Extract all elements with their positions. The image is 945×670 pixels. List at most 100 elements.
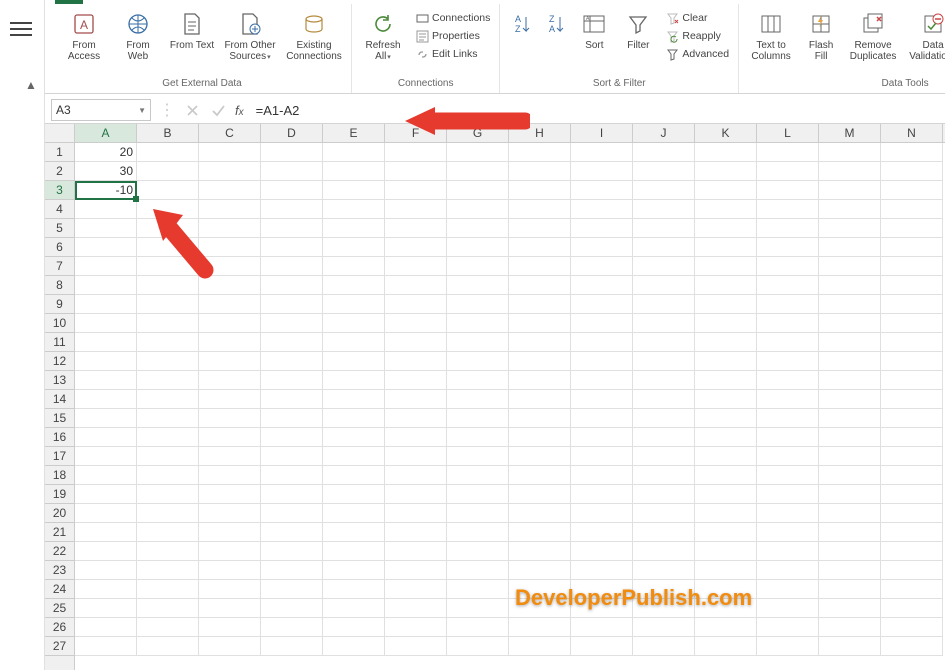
cell[interactable] bbox=[385, 295, 447, 314]
cell[interactable] bbox=[137, 504, 199, 523]
cell[interactable] bbox=[633, 542, 695, 561]
cell[interactable] bbox=[385, 447, 447, 466]
cell[interactable] bbox=[757, 295, 819, 314]
cell[interactable] bbox=[447, 333, 509, 352]
cell[interactable] bbox=[447, 219, 509, 238]
cell[interactable] bbox=[137, 181, 199, 200]
cell[interactable] bbox=[881, 428, 943, 447]
cell[interactable] bbox=[75, 523, 137, 542]
cell[interactable] bbox=[323, 352, 385, 371]
row-header[interactable]: 22 bbox=[45, 542, 74, 561]
cell[interactable] bbox=[509, 428, 571, 447]
cell[interactable] bbox=[757, 257, 819, 276]
cell[interactable] bbox=[447, 257, 509, 276]
enter-formula-button[interactable] bbox=[209, 101, 227, 119]
cell[interactable] bbox=[323, 181, 385, 200]
cell[interactable] bbox=[757, 333, 819, 352]
cell[interactable] bbox=[695, 333, 757, 352]
chevron-up-icon[interactable]: ▲ bbox=[25, 78, 37, 92]
cell[interactable] bbox=[323, 238, 385, 257]
cell[interactable] bbox=[881, 143, 943, 162]
cell[interactable] bbox=[137, 295, 199, 314]
cell[interactable] bbox=[571, 390, 633, 409]
cell[interactable] bbox=[447, 580, 509, 599]
cell[interactable] bbox=[385, 409, 447, 428]
cell[interactable] bbox=[137, 162, 199, 181]
cell[interactable] bbox=[447, 428, 509, 447]
row-header[interactable]: 21 bbox=[45, 523, 74, 542]
cell[interactable] bbox=[447, 352, 509, 371]
cell[interactable] bbox=[447, 143, 509, 162]
cell[interactable] bbox=[757, 238, 819, 257]
cell[interactable] bbox=[757, 200, 819, 219]
column-header[interactable]: E bbox=[323, 124, 385, 142]
cell[interactable] bbox=[261, 219, 323, 238]
cell[interactable] bbox=[75, 219, 137, 238]
cell[interactable] bbox=[633, 181, 695, 200]
cell[interactable] bbox=[385, 523, 447, 542]
cell[interactable] bbox=[199, 295, 261, 314]
cell[interactable] bbox=[757, 276, 819, 295]
row-header[interactable]: 1 bbox=[45, 143, 74, 162]
cell[interactable] bbox=[447, 523, 509, 542]
cell[interactable] bbox=[757, 409, 819, 428]
cell[interactable] bbox=[447, 447, 509, 466]
column-header[interactable]: M bbox=[819, 124, 881, 142]
column-header[interactable]: A bbox=[75, 124, 137, 142]
cell[interactable] bbox=[447, 314, 509, 333]
cell[interactable] bbox=[323, 447, 385, 466]
advanced-button[interactable]: Advanced bbox=[662, 46, 732, 62]
cell[interactable] bbox=[695, 181, 757, 200]
cell[interactable] bbox=[75, 333, 137, 352]
cell[interactable] bbox=[261, 447, 323, 466]
cell[interactable] bbox=[695, 276, 757, 295]
row-header[interactable]: 8 bbox=[45, 276, 74, 295]
cell[interactable] bbox=[819, 352, 881, 371]
cell[interactable] bbox=[881, 466, 943, 485]
cell[interactable] bbox=[633, 504, 695, 523]
cell[interactable] bbox=[757, 219, 819, 238]
row-header[interactable]: 15 bbox=[45, 409, 74, 428]
cell[interactable] bbox=[385, 580, 447, 599]
cell[interactable] bbox=[199, 637, 261, 656]
column-header[interactable]: J bbox=[633, 124, 695, 142]
cell[interactable] bbox=[695, 618, 757, 637]
cell[interactable] bbox=[75, 428, 137, 447]
cell[interactable] bbox=[695, 466, 757, 485]
cell[interactable] bbox=[571, 181, 633, 200]
cell[interactable] bbox=[633, 314, 695, 333]
cell[interactable] bbox=[509, 618, 571, 637]
cell[interactable] bbox=[757, 314, 819, 333]
cell[interactable] bbox=[695, 314, 757, 333]
row-header[interactable]: 4 bbox=[45, 200, 74, 219]
cell[interactable] bbox=[509, 561, 571, 580]
cell[interactable] bbox=[137, 599, 199, 618]
row-header[interactable]: 27 bbox=[45, 637, 74, 656]
cell[interactable] bbox=[261, 485, 323, 504]
cell[interactable] bbox=[571, 276, 633, 295]
cell[interactable] bbox=[695, 390, 757, 409]
cell[interactable] bbox=[571, 466, 633, 485]
cell[interactable] bbox=[75, 466, 137, 485]
cell[interactable] bbox=[571, 485, 633, 504]
cell[interactable] bbox=[881, 219, 943, 238]
cell[interactable] bbox=[137, 352, 199, 371]
cell[interactable] bbox=[819, 542, 881, 561]
cell[interactable] bbox=[881, 637, 943, 656]
cell[interactable] bbox=[633, 428, 695, 447]
cell[interactable] bbox=[261, 333, 323, 352]
cell[interactable] bbox=[261, 352, 323, 371]
cell[interactable] bbox=[447, 485, 509, 504]
cell[interactable] bbox=[571, 542, 633, 561]
cell[interactable] bbox=[261, 238, 323, 257]
cell[interactable] bbox=[137, 390, 199, 409]
cell[interactable] bbox=[757, 485, 819, 504]
cell[interactable] bbox=[881, 352, 943, 371]
cell[interactable] bbox=[75, 447, 137, 466]
cell[interactable] bbox=[757, 466, 819, 485]
cell[interactable] bbox=[447, 162, 509, 181]
cell[interactable] bbox=[695, 542, 757, 561]
cell[interactable] bbox=[261, 162, 323, 181]
cell[interactable] bbox=[633, 561, 695, 580]
cell[interactable] bbox=[881, 599, 943, 618]
